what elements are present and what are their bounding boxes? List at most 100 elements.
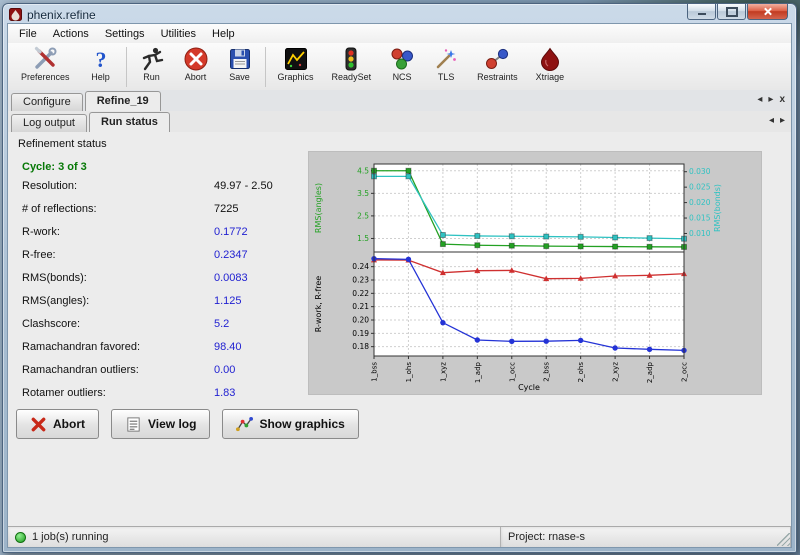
svg-text:2_bss: 2_bss <box>543 362 551 382</box>
svg-text:2.5: 2.5 <box>357 211 369 220</box>
stat-row: R-free:0.2347 <box>22 249 308 272</box>
abort-button[interactable]: Abort <box>16 409 99 439</box>
toolbar-graphics[interactable]: Graphics <box>269 45 323 83</box>
menu-settings[interactable]: Settings <box>97 26 153 42</box>
tab-label: Run status <box>101 116 158 128</box>
tab-nav-controls: ◂ ▸ <box>769 115 785 127</box>
toolbar-separator <box>265 47 266 87</box>
toolbar-restraints[interactable]: Restraints <box>468 45 527 83</box>
toolbar-label: ReadySet <box>332 72 372 82</box>
stat-value: 98.40 <box>214 341 242 353</box>
job-status-cell: 1 job(s) running <box>8 527 501 547</box>
svg-text:0.030: 0.030 <box>689 167 711 176</box>
tab-label: Log output <box>23 117 75 129</box>
tab-refine-19[interactable]: Refine_19 <box>85 91 161 111</box>
tab-scroll-right-icon[interactable]: ▸ <box>768 94 773 106</box>
refinement-stats: Resolution:49.97 - 2.50 # of reflections… <box>22 180 308 410</box>
toolbar-run[interactable]: Run <box>130 45 174 83</box>
toolbar-abort[interactable]: Abort <box>174 45 218 83</box>
svg-text:1_bss: 1_bss <box>371 362 379 382</box>
svg-text:0.21: 0.21 <box>352 302 369 311</box>
caption-buttons <box>686 4 788 20</box>
secondary-tabrow: Log output Run status ◂ ▸ <box>8 111 791 133</box>
chart-canvas: 1.52.53.54.50.0100.0150.0200.0250.030RMS… <box>309 152 761 394</box>
stat-row: Rotamer outliers:1.83 <box>22 387 308 410</box>
toolbar-xtriage[interactable]: Xtriage <box>527 45 574 83</box>
stat-value: 0.1772 <box>214 226 248 238</box>
button-label: Show graphics <box>259 417 344 431</box>
project-name: Project: rnase-s <box>508 531 585 543</box>
app-icon <box>9 8 22 21</box>
stat-row: R-work:0.1772 <box>22 226 308 249</box>
menu-actions[interactable]: Actions <box>45 26 97 42</box>
menu-utilities[interactable]: Utilities <box>153 26 204 42</box>
primary-tabrow: Configure Refine_19 ◂ ▸ x <box>8 90 791 112</box>
menu-file[interactable]: File <box>11 26 45 42</box>
toolbar-label: Run <box>143 72 160 82</box>
run-icon <box>139 46 165 72</box>
svg-text:0.010: 0.010 <box>689 229 711 238</box>
maximize-button[interactable] <box>717 4 746 20</box>
menubar: File Actions Settings Utilities Help <box>8 24 791 44</box>
toolbar-readyset[interactable]: ReadySet <box>323 45 381 83</box>
close-button[interactable] <box>747 4 788 20</box>
svg-text:2_adp: 2_adp <box>646 361 654 383</box>
tab-scroll-left-icon[interactable]: ◂ <box>757 94 762 106</box>
toolbar-help[interactable]: ? Help <box>79 45 123 83</box>
bonded-atoms-icon <box>484 46 510 72</box>
svg-text:1_xyz: 1_xyz <box>439 362 447 382</box>
panel-heading: Refinement status <box>18 138 107 150</box>
menu-help[interactable]: Help <box>204 26 243 42</box>
toolbar-label: Restraints <box>477 72 518 82</box>
svg-text:?: ? <box>95 47 106 72</box>
job-status-text: 1 job(s) running <box>32 531 108 543</box>
svg-text:RMS(bonds): RMS(bonds) <box>713 184 722 232</box>
svg-text:1_adp: 1_adp <box>474 361 482 383</box>
show-graphics-button[interactable]: Show graphics <box>222 409 358 439</box>
stat-value: 49.97 - 2.50 <box>214 180 273 192</box>
svg-text:R-work, R-free: R-work, R-free <box>314 276 323 333</box>
toolbar: Preferences ? Help Run <box>8 43 791 93</box>
svg-text:3.5: 3.5 <box>357 189 369 198</box>
tab-configure[interactable]: Configure <box>11 93 83 111</box>
stat-value: 0.0083 <box>214 272 248 284</box>
cycle-status: Cycle: 3 of 3 <box>22 161 87 173</box>
stat-value: 0.00 <box>214 364 235 376</box>
toolbar-label: Abort <box>185 72 207 82</box>
tab-scroll-right-icon[interactable]: ▸ <box>780 115 785 127</box>
ncs-spheres-icon <box>389 46 415 72</box>
toolbar-label: Save <box>229 72 250 82</box>
tab-log-output[interactable]: Log output <box>11 114 87 132</box>
toolbar-label: Help <box>91 72 110 82</box>
toolbar-save[interactable]: Save <box>218 45 262 83</box>
svg-text:2_ohs: 2_ohs <box>577 362 585 383</box>
button-label: Abort <box>53 417 85 431</box>
stat-value: 1.125 <box>214 295 242 307</box>
window-title: phenix.refine <box>27 8 96 22</box>
traffic-light-icon <box>338 46 364 72</box>
toolbar-ncs[interactable]: NCS <box>380 45 424 83</box>
toolbar-label: TLS <box>438 72 455 82</box>
titlebar[interactable]: phenix.refine <box>3 4 796 24</box>
toolbar-preferences[interactable]: Preferences <box>12 45 79 83</box>
tab-scroll-left-icon[interactable]: ◂ <box>769 115 774 127</box>
save-floppy-icon <box>227 46 253 72</box>
resize-grip[interactable] <box>777 533 790 546</box>
stat-value: 1.83 <box>214 387 235 399</box>
minimize-button[interactable] <box>687 4 716 20</box>
tab-run-status[interactable]: Run status <box>89 112 170 132</box>
svg-text:1_ohs: 1_ohs <box>405 362 413 383</box>
stat-value: 0.2347 <box>214 249 248 261</box>
app-window: phenix.refine File Actions Settings Util… <box>2 3 797 553</box>
droplet-icon <box>537 46 563 72</box>
project-cell: Project: rnase-s <box>501 527 791 547</box>
svg-text:0.020: 0.020 <box>689 198 711 207</box>
svg-text:0.24: 0.24 <box>352 262 369 271</box>
toolbar-label: NCS <box>393 72 412 82</box>
view-log-button[interactable]: View log <box>111 409 210 439</box>
tab-close-icon[interactable]: x <box>779 94 785 106</box>
stat-value: 7225 <box>214 203 238 215</box>
svg-text:2_occ: 2_occ <box>681 362 689 382</box>
toolbar-tls[interactable]: TLS <box>424 45 468 83</box>
stat-row: # of reflections:7225 <box>22 203 308 226</box>
